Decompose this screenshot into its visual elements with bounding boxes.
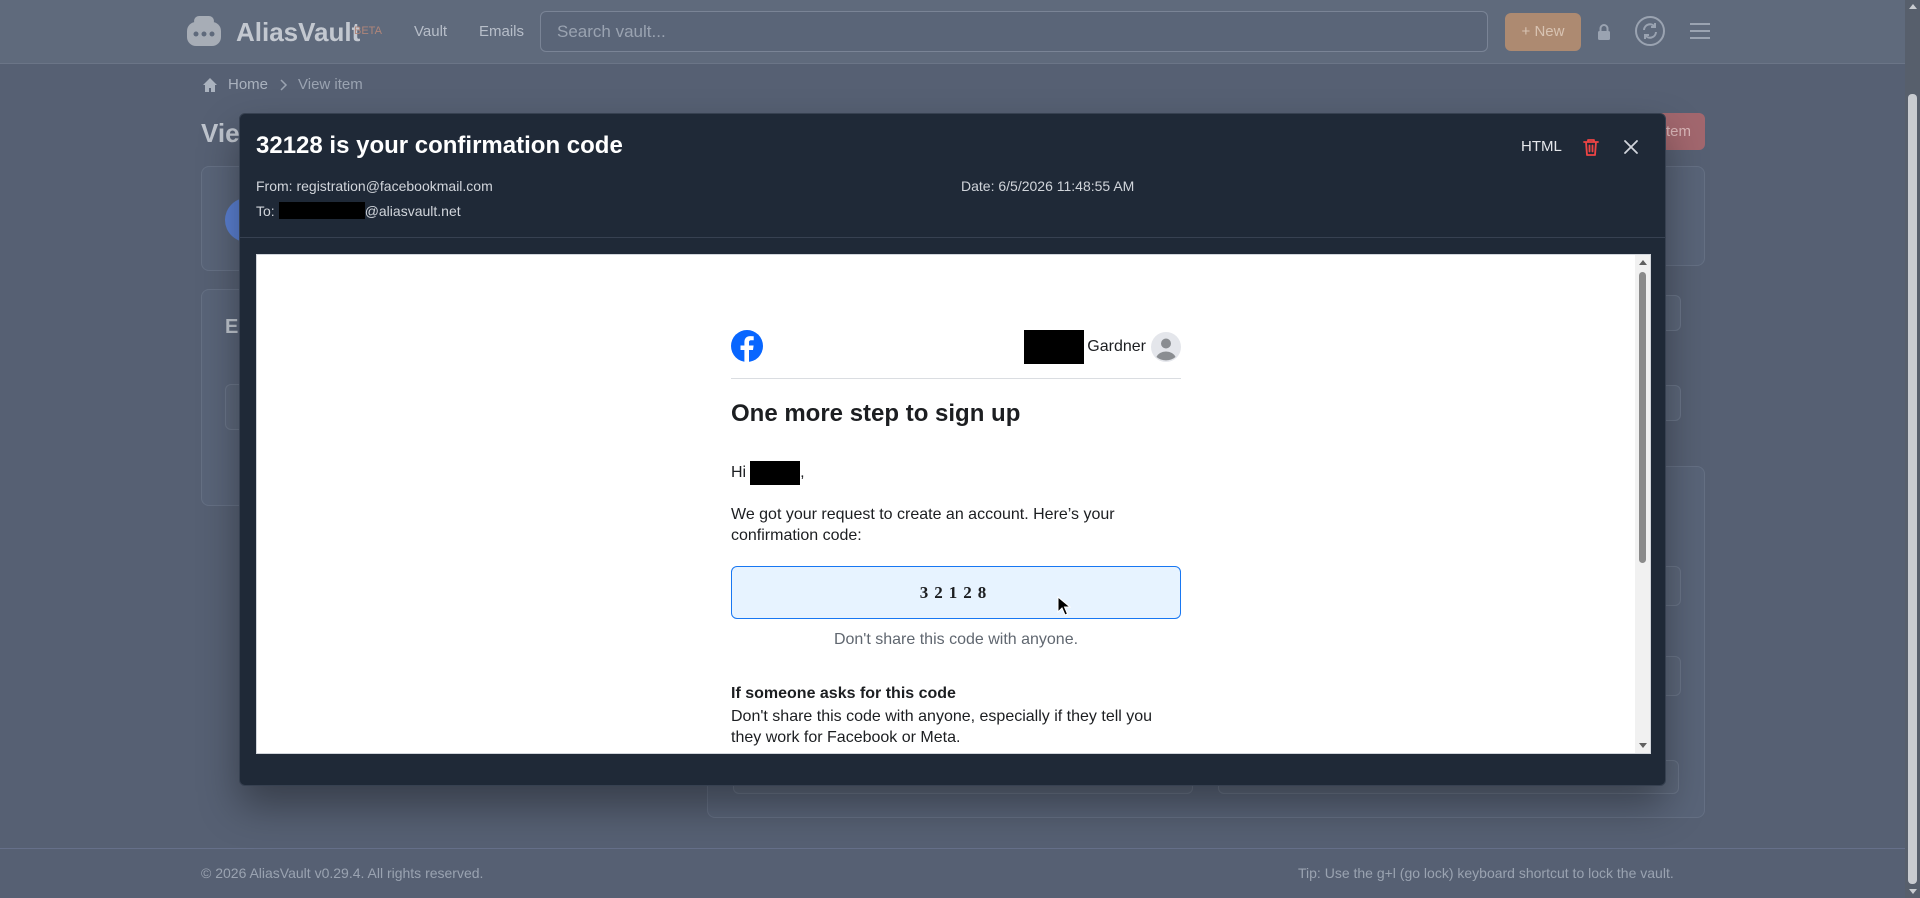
to-domain: @aliasvault.net — [364, 202, 461, 219]
warning-text: Don't share this code with anyone, espec… — [731, 708, 1153, 746]
email-heading: One more step to sign up — [731, 400, 1021, 427]
html-toggle-button[interactable]: HTML — [1521, 138, 1562, 155]
frame-scrollbar-thumb[interactable] — [1639, 272, 1646, 563]
chevron-right-icon — [280, 78, 288, 91]
scroll-up-arrow[interactable] — [1909, 4, 1917, 9]
redacted-first-name — [1024, 330, 1085, 364]
user-avatar-icon — [1151, 332, 1181, 362]
to-label: To: — [256, 202, 275, 219]
search-input[interactable]: Search vault... — [540, 11, 1488, 52]
modal-divider — [240, 237, 1665, 238]
new-item-button[interactable]: + New — [1505, 13, 1581, 51]
email-greeting: Hi , — [731, 461, 805, 485]
window-scrollbar[interactable] — [1905, 0, 1920, 898]
frame-scroll-up-arrow[interactable] — [1639, 260, 1647, 265]
email-to: To: @aliasvault.net — [256, 202, 461, 219]
redacted-recipient — [278, 202, 365, 219]
date-value: 6/5/2026 11:48:55 AM — [998, 178, 1135, 194]
email-from: From: registration@facebookmail.com — [256, 178, 493, 194]
sync-icon[interactable] — [1634, 15, 1666, 47]
date-label: Date: — [961, 178, 995, 194]
redacted-name — [750, 461, 801, 485]
footer-copyright: © 2026 AliasVault v0.29.4. All rights re… — [201, 865, 484, 881]
from-label: From: — [256, 178, 293, 194]
email-user: Gardner — [1024, 330, 1181, 364]
home-icon[interactable] — [202, 77, 218, 93]
confirmation-code[interactable]: 32128 — [731, 566, 1181, 619]
nav-vault[interactable]: Vault — [414, 23, 447, 40]
warning-heading: If someone asks for this code — [731, 685, 956, 702]
breadcrumb-current: View item — [298, 76, 363, 93]
frame-scroll-down-arrow[interactable] — [1639, 743, 1647, 748]
page-title: Vie — [201, 118, 240, 148]
from-address: registration@facebookmail.com — [296, 178, 493, 194]
email-divider — [731, 378, 1181, 379]
email-preview-modal: 32128 is your confirmation code From: re… — [239, 113, 1666, 786]
email-html-frame: Gardner One more step to sign up Hi , We… — [256, 254, 1651, 754]
nav-emails[interactable]: Emails — [479, 23, 524, 40]
email-subject: 32128 is your confirmation code — [256, 132, 623, 159]
greeting-punct: , — [800, 464, 805, 481]
beta-badge: BETA — [354, 25, 382, 37]
close-icon[interactable] — [1623, 139, 1639, 155]
user-last-name: Gardner — [1087, 338, 1146, 355]
frame-scrollbar[interactable] — [1635, 255, 1650, 753]
breadcrumb-home[interactable]: Home — [228, 76, 268, 93]
greeting-text: Hi — [731, 464, 747, 481]
breadcrumb: Home View item — [202, 76, 363, 93]
email-body: We got your request to create an account… — [731, 506, 1115, 544]
footer-tip: Tip: Use the g+l (go lock) keyboard shor… — [1298, 865, 1674, 881]
code-note: Don't share this code with anyone. — [833, 631, 1079, 648]
mouse-cursor-icon — [1057, 596, 1071, 616]
lock-icon[interactable] — [1594, 22, 1614, 42]
facebook-logo-icon — [731, 330, 763, 362]
scrollbar-thumb[interactable] — [1908, 94, 1917, 884]
trash-icon[interactable] — [1582, 137, 1600, 157]
email-date: Date: 6/5/2026 11:48:55 AM — [961, 178, 1134, 194]
card-title: E — [225, 316, 239, 338]
top-navbar: AliasVault BETA Vault Emails Search vaul… — [0, 0, 1905, 64]
menu-icon[interactable] — [1690, 22, 1710, 40]
aliasvault-logo-icon[interactable] — [184, 14, 224, 50]
brand-name[interactable]: AliasVault — [236, 17, 360, 48]
scroll-down-arrow[interactable] — [1909, 889, 1917, 894]
